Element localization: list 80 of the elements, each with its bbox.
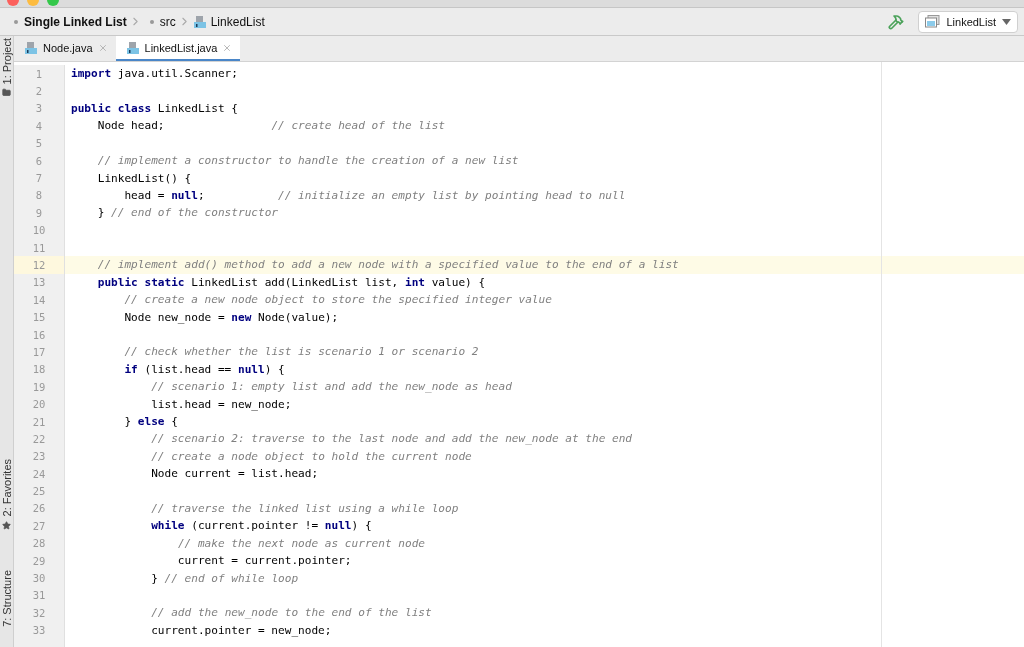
code-line: // check whether the list is scenario 1 or scenario 2 — [123, 345, 479, 359]
caret-icon — [1002, 18, 1011, 25]
code-line: // make the next node as current node — [176, 536, 425, 550]
line-number: 20 — [32, 398, 46, 411]
line-number: 15 — [32, 311, 46, 324]
line-number: 30 — [32, 572, 46, 584]
java-file-icon — [192, 14, 207, 29]
code-line: LinkedList() { — [96, 171, 192, 185]
breadcrumb-item[interactable]: src — [159, 14, 176, 29]
code-line: // scenario 2: traverse to the last node and add the new_node at the end — [150, 432, 633, 446]
code-line: } else { — [123, 415, 178, 428]
line-number: 27 — [32, 519, 46, 532]
code-line: current = current.pointer; — [176, 554, 352, 568]
line-number: 8 — [35, 189, 43, 202]
line-number: 12 — [32, 259, 46, 271]
tool-window-button[interactable]: 2: Favorites — [0, 459, 13, 517]
code-line: public static LinkedList add(LinkedList list, int value) { — [96, 275, 486, 289]
close-icon[interactable] — [222, 42, 233, 53]
line-number: 31 — [32, 589, 46, 602]
line-number: 18 — [32, 363, 46, 376]
line-number: 11 — [32, 241, 46, 254]
line-number: 3 — [35, 102, 43, 115]
code-line: Node new_node = new Node(value); — [123, 310, 339, 324]
line-number: 4 — [35, 119, 43, 132]
breadcrumb-item[interactable]: Single Linked List — [24, 14, 127, 29]
line-number: 13 — [32, 276, 46, 289]
code-line: // create a node object to hold the current node — [150, 449, 472, 463]
bullet-icon — [149, 19, 154, 24]
code-line: Node head; // create head of the list — [96, 119, 446, 133]
window-icon — [925, 15, 941, 28]
editor-tab[interactable]: Node.java — [14, 36, 116, 61]
line-number: 17 — [32, 345, 46, 358]
line-number: 21 — [32, 415, 46, 428]
code-line: // traverse the linked list using a while loop — [150, 501, 459, 515]
code-line: while (current.pointer != null) { — [150, 519, 372, 533]
tool-window-button[interactable]: 7: Structure — [0, 569, 13, 627]
code-line: } // end of the constructor — [96, 206, 279, 220]
line-number: 7 — [35, 172, 43, 185]
folder-icon — [2, 88, 11, 98]
code-line: // create a new node object to store the specified integer value — [123, 293, 552, 307]
line-number: 6 — [35, 154, 43, 167]
line-number: 16 — [32, 328, 46, 341]
code-line: list.head = new_node; — [150, 397, 292, 411]
run-configuration-dropdown[interactable]: LinkedList — [918, 10, 1018, 33]
line-number: 23 — [32, 450, 46, 463]
close-icon[interactable] — [97, 42, 108, 53]
code-line: } // end of while loop — [150, 571, 299, 585]
code-line: current.pointer = new_node; — [150, 623, 332, 637]
code-line: if (list.head == null) { — [123, 362, 285, 376]
editor-tab[interactable]: LinkedList.java — [115, 36, 241, 61]
code-line: // scenario 1: empty list and add the new_node as head — [150, 380, 512, 394]
breadcrumb-item[interactable]: LinkedList — [210, 14, 265, 29]
line-number: 5 — [35, 137, 43, 150]
code-line: // implement add() method to add a new node with a specified value to the end of a list — [96, 258, 679, 272]
line-number: 2 — [35, 85, 43, 98]
line-number: 25 — [32, 485, 46, 498]
line-number: 14 — [32, 293, 46, 306]
code-line: head = null; // initialize an empty list by pointing head to null — [123, 188, 626, 202]
code-line: import java.util.Scanner; — [70, 67, 238, 81]
line-number: 26 — [32, 502, 46, 515]
line-number: 29 — [32, 554, 46, 567]
line-number: 33 — [32, 624, 46, 637]
code-line: // add the new_node to the end of the list — [150, 606, 432, 620]
line-number: 28 — [32, 537, 46, 550]
bullet-icon — [14, 19, 18, 24]
code-line: public class LinkedList { — [70, 101, 238, 115]
line-number: 1 — [35, 67, 43, 80]
code-line: Node current = list.head; — [150, 467, 319, 481]
star-icon — [2, 520, 11, 530]
code-line: // implement a constructor to handle the creation of a new list — [96, 154, 519, 168]
hammer-icon[interactable] — [888, 13, 905, 30]
line-number: 10 — [32, 224, 46, 237]
line-number: 19 — [32, 380, 46, 393]
line-number: 32 — [32, 606, 46, 619]
java-file-icon — [24, 40, 38, 55]
java-file-icon — [125, 40, 140, 55]
tool-window-button[interactable]: 1: Project — [0, 38, 13, 85]
line-number: 22 — [32, 432, 46, 445]
line-number: 9 — [35, 206, 43, 219]
line-number: 24 — [32, 467, 46, 480]
